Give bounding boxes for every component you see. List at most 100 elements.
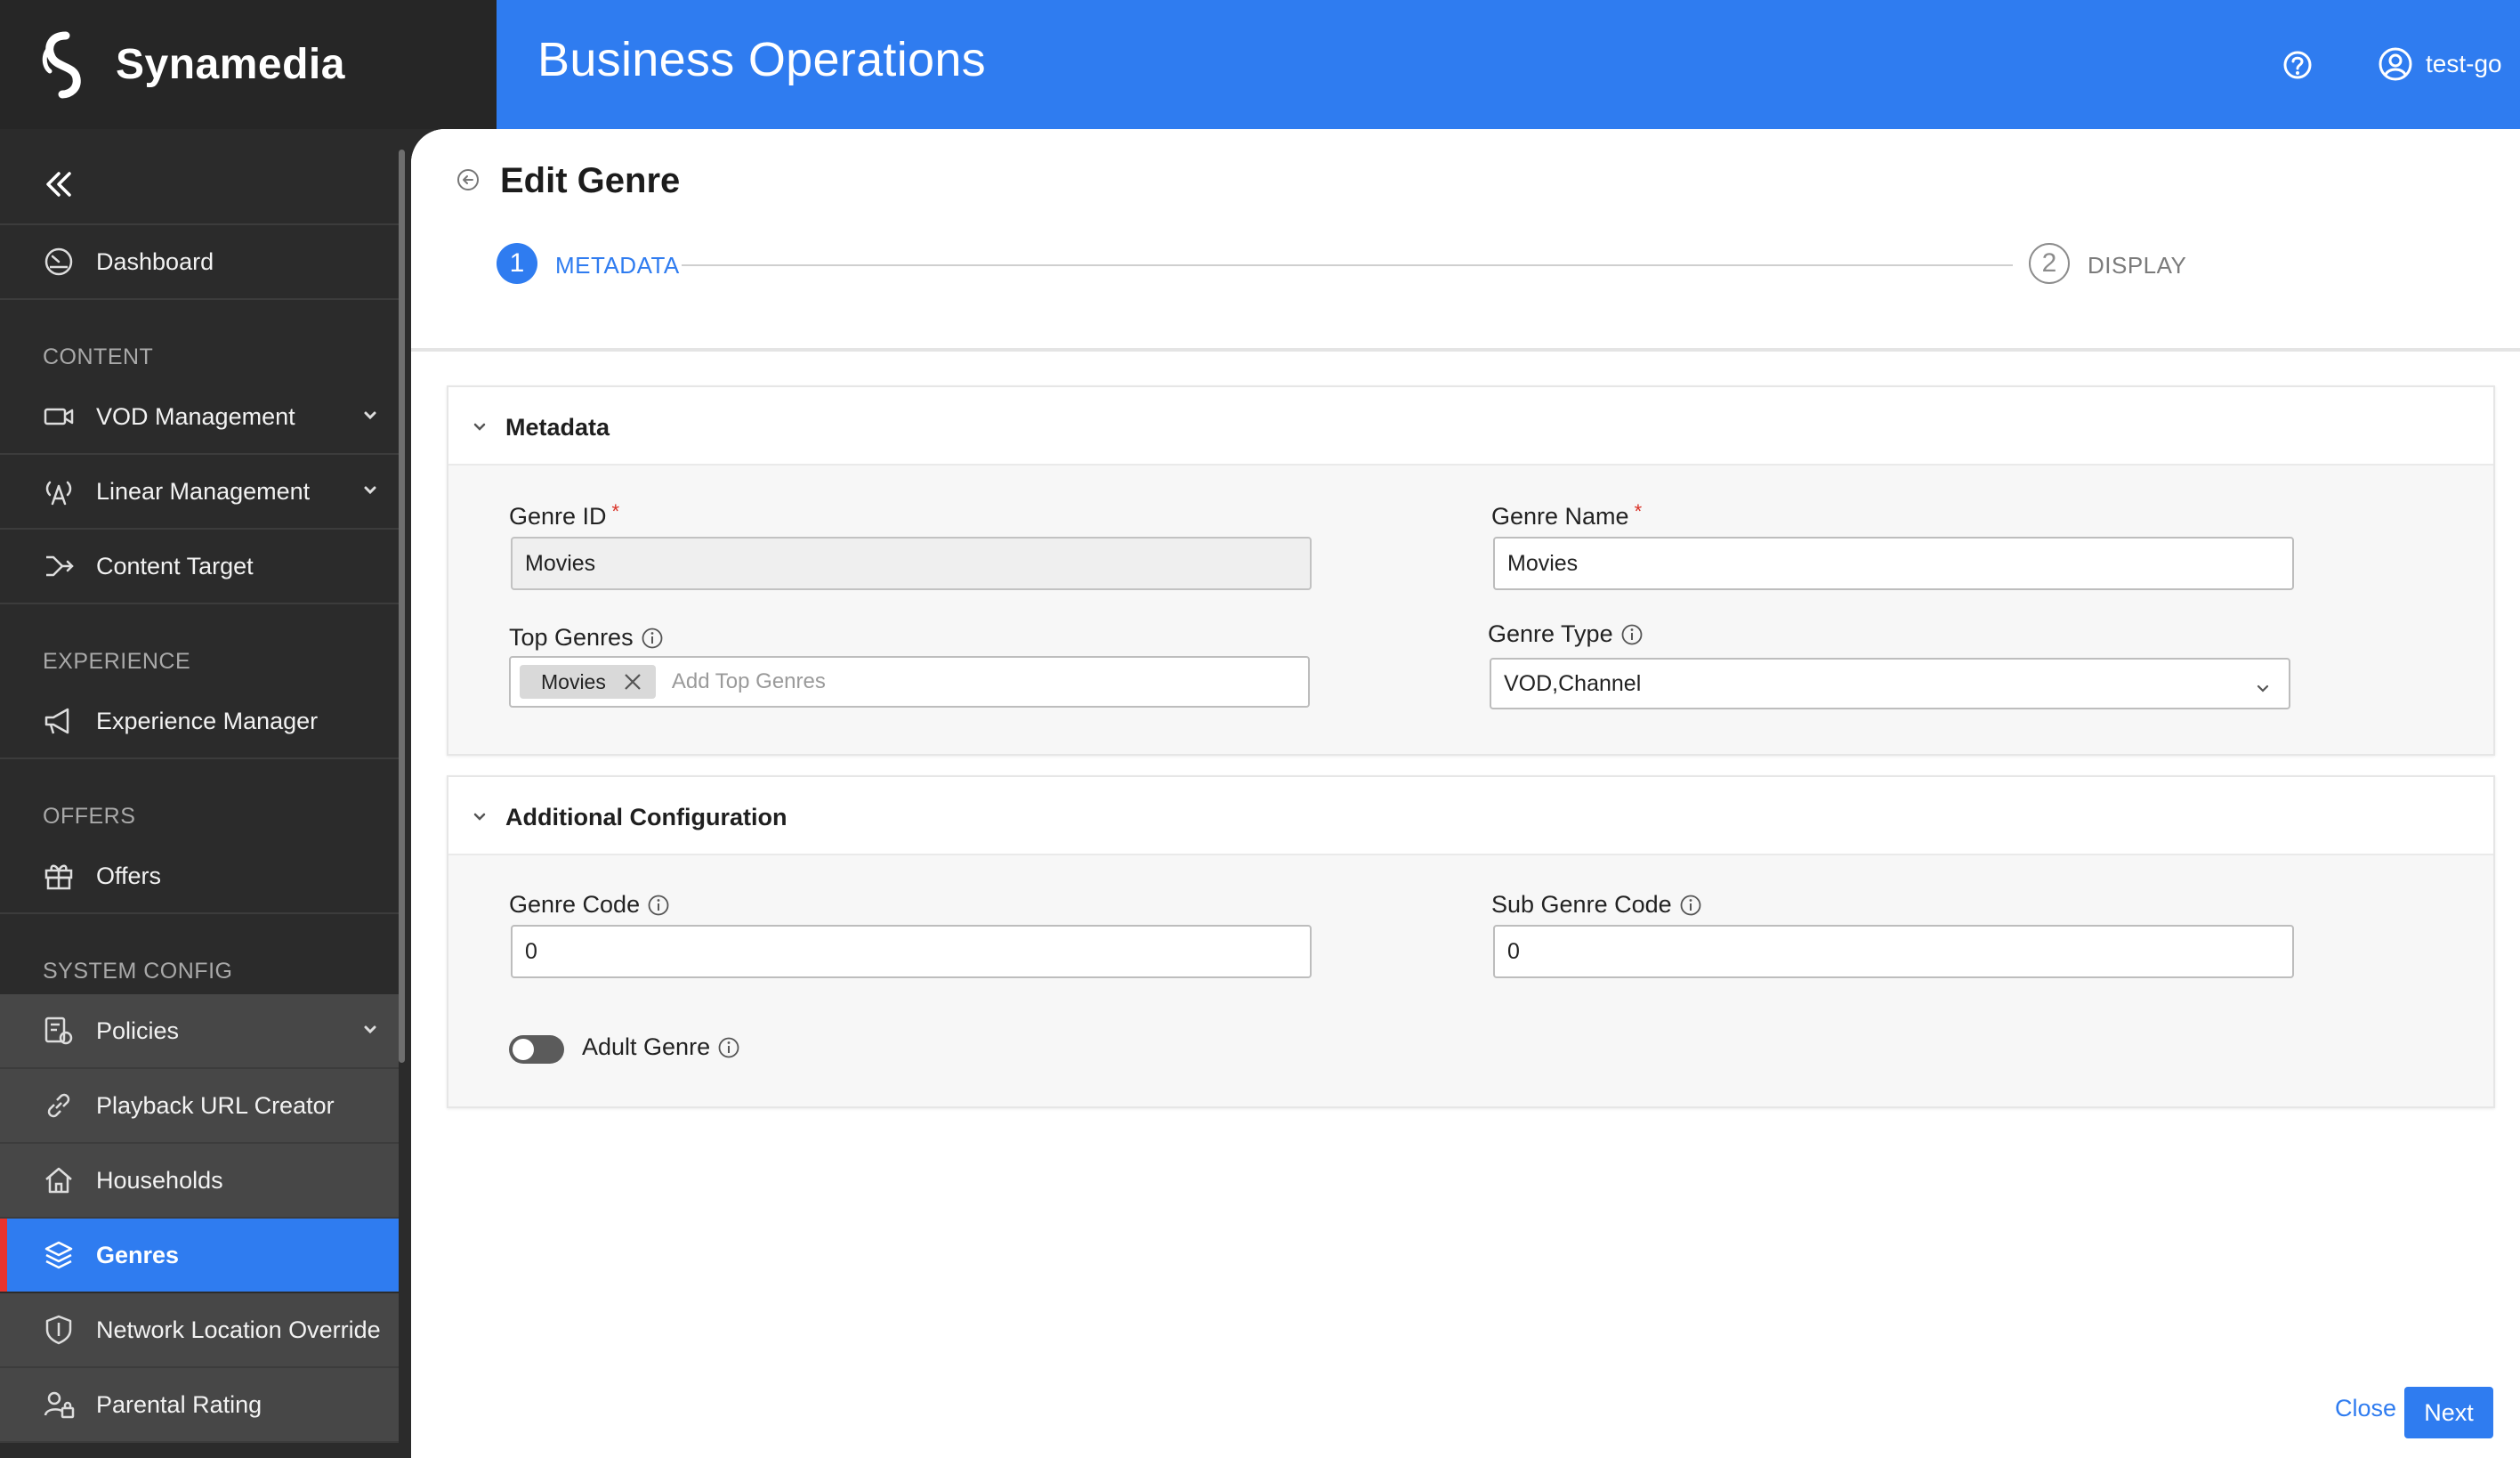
genre-type-label-text: Genre Type [1488, 620, 1613, 647]
brand-name: Synamedia [116, 41, 345, 88]
dashboard-icon [43, 246, 75, 278]
top-genres-label: Top Genres [509, 624, 664, 652]
step-1-indicator[interactable]: 1 [497, 243, 537, 284]
sidebar-item-dashboard[interactable]: Dashboard [0, 225, 399, 298]
genre-code-field[interactable]: 0 [511, 925, 1312, 978]
genre-code-label-text: Genre Code [509, 891, 641, 918]
sidebar: Dashboard CONTENT VOD Management Linear … [0, 129, 399, 1458]
info-icon[interactable] [647, 894, 670, 917]
sidebar-item-parental-rating[interactable]: Parental Rating [0, 1368, 399, 1441]
collapse-sidebar-icon[interactable] [41, 166, 77, 202]
target-arrow-icon [43, 550, 75, 582]
required-marker: * [611, 499, 620, 522]
user-avatar-icon [2379, 47, 2412, 81]
genre-name-label: Genre Name * [1491, 500, 1642, 531]
main-content: Edit Genre 1 METADATA 2 DISPLAY Metadata… [411, 129, 2520, 1458]
top-genres-field[interactable]: Movies Add Top Genres [509, 656, 1310, 708]
genre-code-value: 0 [525, 938, 537, 964]
section-heading-offers: OFFERS [43, 804, 136, 829]
help-button[interactable] [2275, 43, 2320, 87]
chevron-down-icon [364, 411, 376, 420]
genre-id-value: Movies [525, 550, 596, 576]
genre-id-field[interactable]: Movies [511, 537, 1312, 590]
help-icon [2283, 51, 2312, 79]
adult-genre-label-text: Adult Genre [582, 1033, 711, 1060]
divider [0, 298, 399, 300]
genre-type-select[interactable]: VOD,Channel [1490, 658, 2290, 709]
genre-name-label-text: Genre Name [1491, 503, 1629, 530]
top-genres-placeholder: Add Top Genres [671, 669, 826, 693]
additional-config-panel-header[interactable]: Additional Configuration [448, 777, 2493, 855]
sidebar-item-experience-manager[interactable]: Experience Manager [0, 684, 399, 757]
sidebar-item-label: Linear Management [96, 477, 311, 505]
app-bar: Business Operations test-go [497, 0, 2520, 129]
sidebar-item-playback-url-creator[interactable]: Playback URL Creator [0, 1069, 399, 1142]
app-title: Business Operations [537, 33, 986, 86]
sub-genre-code-value: 0 [1507, 938, 1520, 964]
broadcast-antenna-icon [43, 475, 75, 507]
section-heading-content: CONTENT [43, 344, 154, 369]
sidebar-item-network-location-override[interactable]: Network Location Override [0, 1293, 399, 1366]
user-name: test-go [2426, 50, 2502, 77]
close-button[interactable]: Close [2335, 1395, 2396, 1422]
additional-config-panel: Additional Configuration Genre Code 0 Su… [447, 775, 2495, 1108]
chevron-down-icon [473, 423, 486, 431]
genre-name-value: Movies [1507, 550, 1579, 576]
sidebar-item-content-target[interactable]: Content Target [0, 530, 399, 603]
sidebar-item-households[interactable]: Households [0, 1144, 399, 1217]
synamedia-logo-icon [42, 31, 81, 98]
gift-icon [43, 860, 75, 892]
house-icon [43, 1164, 75, 1196]
chevron-down-icon [364, 486, 376, 495]
sidebar-item-label: Experience Manager [96, 707, 319, 734]
genre-code-label: Genre Code [509, 891, 670, 919]
info-icon[interactable] [641, 627, 664, 650]
user-menu-button[interactable]: test-go [2378, 39, 2502, 89]
step-1-label[interactable]: METADATA [555, 252, 680, 279]
sidebar-item-label: VOD Management [96, 402, 295, 430]
sidebar-item-policies[interactable]: Policies [0, 994, 399, 1067]
sidebar-item-label: Network Location Override [96, 1316, 381, 1343]
divider [0, 1441, 399, 1443]
shield-icon [43, 1314, 75, 1346]
next-button[interactable]: Next [2404, 1387, 2493, 1438]
section-heading-experience: EXPERIENCE [43, 649, 191, 674]
megaphone-icon [43, 705, 75, 737]
sidebar-item-genres[interactable]: Genres [0, 1219, 399, 1292]
policy-document-icon [43, 1015, 75, 1047]
back-arrow-icon[interactable] [456, 167, 481, 192]
adult-genre-toggle[interactable] [509, 1035, 564, 1064]
link-icon [43, 1089, 75, 1122]
divider [0, 603, 399, 604]
sidebar-item-offers[interactable]: Offers [0, 839, 399, 912]
genre-type-label: Genre Type [1488, 620, 1644, 648]
metadata-panel-header[interactable]: Metadata [448, 387, 2493, 466]
info-icon[interactable] [717, 1036, 740, 1059]
step-2-label[interactable]: DISPLAY [2088, 252, 2186, 279]
sidebar-item-label: Parental Rating [96, 1390, 262, 1418]
top-genre-chip: Movies [520, 665, 656, 699]
step-2-indicator[interactable]: 2 [2029, 243, 2070, 284]
page-header: Edit Genre 1 METADATA 2 DISPLAY [411, 129, 2520, 352]
top-genres-label-text: Top Genres [509, 624, 634, 651]
layers-icon [43, 1239, 75, 1271]
sub-genre-code-field[interactable]: 0 [1493, 925, 2294, 978]
genre-id-label-text: Genre ID [509, 503, 607, 530]
sidebar-item-vod-management[interactable]: VOD Management [0, 380, 399, 453]
sidebar-scrollbar-thumb[interactable] [399, 150, 405, 1063]
info-icon[interactable] [1620, 623, 1644, 646]
info-icon[interactable] [1679, 894, 1702, 917]
chevron-down-icon [364, 1025, 376, 1034]
sidebar-item-label: Genres [96, 1241, 180, 1268]
metadata-panel-title: Metadata [505, 414, 610, 441]
divider [0, 757, 399, 759]
additional-config-panel-title: Additional Configuration [505, 804, 788, 830]
genre-name-field[interactable]: Movies [1493, 537, 2294, 590]
top-bar: Synamedia Business Operations test-go [0, 0, 2520, 129]
stepper-connector [682, 264, 2013, 266]
sidebar-item-linear-management[interactable]: Linear Management [0, 455, 399, 528]
parental-lock-icon [43, 1389, 75, 1421]
remove-chip-icon[interactable] [622, 671, 643, 693]
sidebar-item-label: Offers [96, 862, 162, 889]
brand: Synamedia [0, 0, 497, 129]
